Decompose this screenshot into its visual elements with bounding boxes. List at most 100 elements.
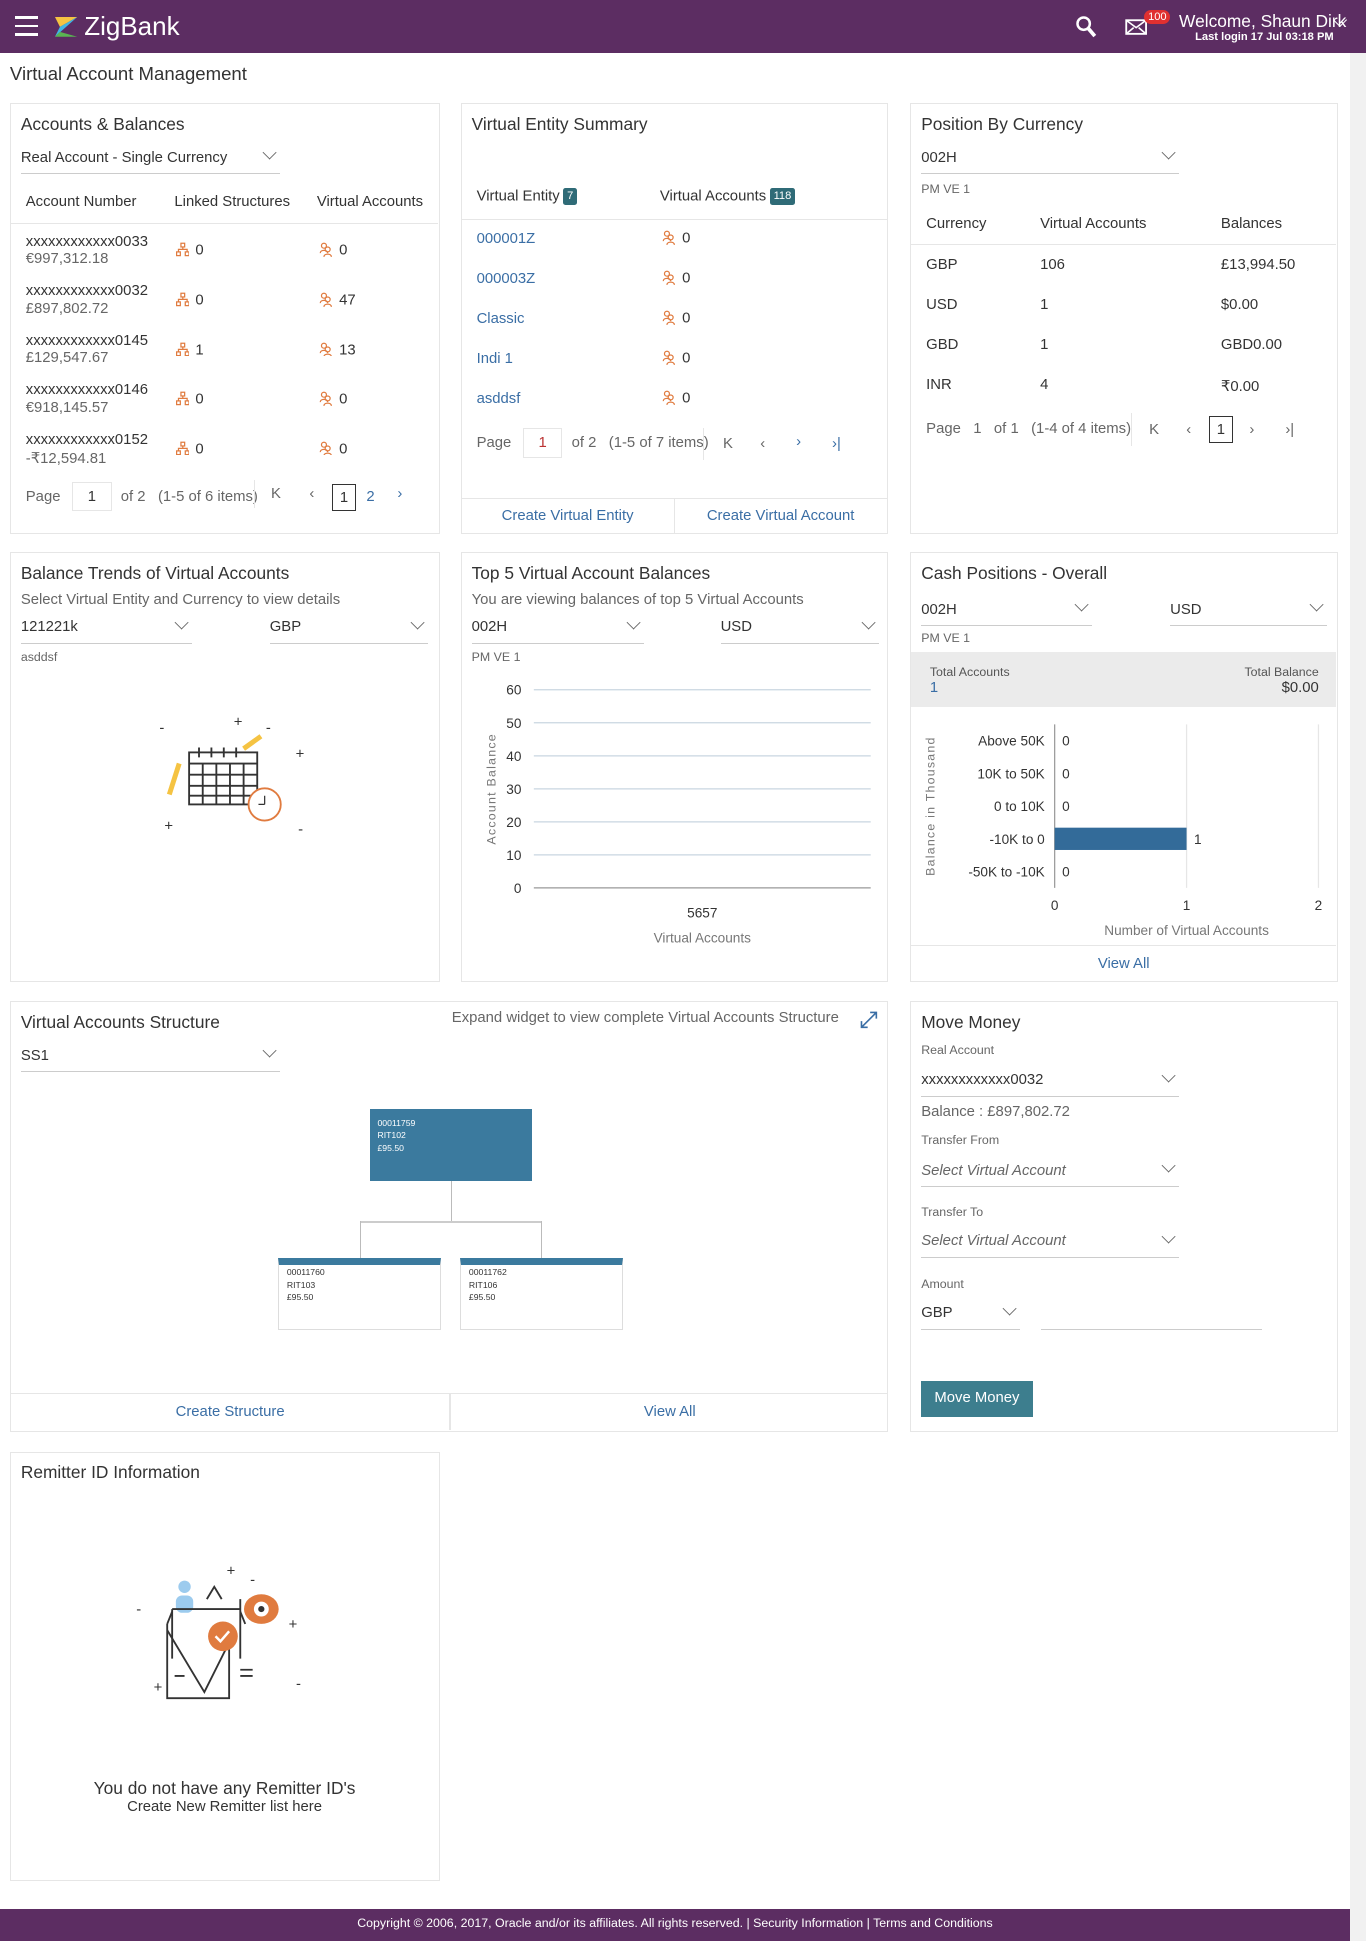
- search-icon[interactable]: [1075, 15, 1097, 40]
- account-number[interactable]: xxxxxxxxxxxx0152: [26, 432, 148, 448]
- create-remitter-link[interactable]: Create New Remitter list here: [11, 1799, 438, 1815]
- structure-child-node[interactable]: 00011762 RIT106 £95.50: [460, 1258, 623, 1330]
- virtual-count: 0: [682, 310, 691, 327]
- y-tick-label: 30: [506, 782, 522, 797]
- move-money-widget: Move Money Real Account xxxxxxxxxxxx0032…: [910, 1000, 1338, 1432]
- move-money-button[interactable]: Move Money: [921, 1380, 1033, 1417]
- first-page-button[interactable]: K: [271, 486, 281, 502]
- account-type-dropdown[interactable]: Real Account - Single Currency: [20, 145, 280, 175]
- amount-input[interactable]: [1041, 1305, 1262, 1330]
- virtual-entity-dropdown[interactable]: 002H: [921, 145, 1179, 175]
- table-row[interactable]: 000001Z 0: [462, 231, 887, 256]
- view-all-link[interactable]: View All: [911, 956, 1336, 972]
- brand-name[interactable]: ZigBank: [84, 11, 179, 42]
- table-row[interactable]: xxxxxxxxxxxx0152 -₹12,594.81 0 0: [11, 432, 438, 477]
- currency-dropdown[interactable]: GBP: [269, 614, 429, 644]
- virtual-accounts-icon: [319, 391, 333, 406]
- svg-text:-: -: [250, 1572, 255, 1588]
- prev-page-button[interactable]: ‹: [1186, 422, 1191, 438]
- table-row[interactable]: asddsf 0: [462, 391, 887, 416]
- chevron-down-icon: [1161, 145, 1176, 160]
- structure-child-node[interactable]: 00011760 RIT103 £95.50: [278, 1258, 441, 1330]
- account-balance: €997,312.18: [25, 251, 109, 268]
- virtual-count: 0: [682, 390, 691, 407]
- table-row[interactable]: Classic 0: [462, 311, 887, 336]
- create-structure-button[interactable]: Create Structure: [11, 1404, 449, 1420]
- virtual-entity-link[interactable]: asddsf: [477, 391, 521, 407]
- account-number[interactable]: xxxxxxxxxxxx0032: [26, 283, 148, 299]
- y-tick-label: -50K to -10K: [969, 864, 1045, 879]
- x-tick-label: 2: [1315, 898, 1323, 913]
- mail-icon[interactable]: [1124, 18, 1147, 35]
- last-page-button[interactable]: ›|: [832, 436, 841, 452]
- expand-icon[interactable]: [859, 1010, 879, 1030]
- view-all-link[interactable]: View All: [451, 1404, 889, 1420]
- table-row[interactable]: xxxxxxxxxxxx0033 €997,312.18 0 0: [11, 234, 438, 279]
- first-page-button[interactable]: K: [1149, 422, 1159, 438]
- currency-dropdown[interactable]: USD: [1170, 597, 1328, 627]
- virtual-entity-link[interactable]: 000001Z: [477, 231, 536, 247]
- create-virtual-entity-button[interactable]: Create Virtual Entity: [462, 508, 674, 524]
- pagination: Page 1 of 1 (1-4 of 4 items): [926, 421, 1131, 437]
- terms-link[interactable]: Terms and Conditions: [873, 1916, 993, 1930]
- virtual-entity-link[interactable]: Classic: [477, 311, 525, 327]
- virtual-accounts-icon: [662, 230, 676, 245]
- real-account-label: Real Account: [921, 1042, 995, 1057]
- menu-icon[interactable]: [14, 16, 39, 36]
- table-row[interactable]: xxxxxxxxxxxx0146 €918,145.57 0 0: [11, 382, 438, 427]
- table-row[interactable]: xxxxxxxxxxxx0032 £897,802.72 0 47: [11, 283, 438, 328]
- virtual-entity-dropdown[interactable]: 002H: [921, 597, 1093, 627]
- col-currency: Currency: [926, 216, 987, 233]
- selected-value: 121221k: [20, 618, 78, 635]
- currency-dropdown[interactable]: GBP: [921, 1301, 1021, 1330]
- account-number[interactable]: xxxxxxxxxxxx0146: [26, 382, 148, 398]
- account-number[interactable]: xxxxxxxxxxxx0145: [26, 333, 148, 349]
- chevron-down-icon: [262, 145, 277, 160]
- real-account-dropdown[interactable]: xxxxxxxxxxxx0032: [921, 1068, 1179, 1098]
- total-accounts-label: Total Accounts: [929, 664, 1010, 679]
- virtual-entity-link[interactable]: Indi 1: [477, 351, 513, 367]
- page-1-button[interactable]: 1: [1208, 415, 1234, 444]
- page-input[interactable]: 1: [522, 428, 563, 458]
- table-row[interactable]: xxxxxxxxxxxx0145 £129,547.67 1 13: [11, 333, 438, 378]
- total-accounts-value[interactable]: 1: [930, 680, 938, 696]
- next-page-button[interactable]: ›: [796, 434, 801, 450]
- last-page-button[interactable]: ›|: [1285, 422, 1294, 438]
- virtual-entity-dropdown[interactable]: 121221k: [20, 614, 192, 644]
- table-row[interactable]: 000003Z 0: [462, 271, 887, 296]
- bar[interactable]: [1054, 827, 1187, 850]
- chevron-down-icon: [626, 614, 641, 630]
- col-virtual-accounts: Virtual Accounts: [316, 194, 424, 211]
- table-row[interactable]: Indi 1 0: [462, 351, 887, 376]
- page-2-button[interactable]: 2: [366, 489, 374, 505]
- virtual-entity-dropdown[interactable]: 002H: [471, 614, 644, 644]
- currency-dropdown[interactable]: USD: [720, 614, 880, 644]
- page-input[interactable]: 1: [72, 481, 112, 512]
- col-virtual-accounts: Virtual Accounts: [1040, 216, 1147, 233]
- col-virtual-entity: Virtual Entity 7: [477, 187, 578, 205]
- prev-page-button[interactable]: ‹: [760, 436, 765, 452]
- chevron-down-icon: [1161, 1158, 1176, 1173]
- y-axis-label: Balance in Thousand: [924, 736, 938, 876]
- node-id: 00011762: [468, 1267, 507, 1278]
- x-tick-label: 0: [1051, 898, 1059, 913]
- security-information-link[interactable]: Security Information: [753, 1916, 863, 1930]
- virtual-entity-link[interactable]: 000003Z: [477, 271, 536, 287]
- structure-dropdown[interactable]: SS1: [20, 1043, 280, 1073]
- transfer-from-dropdown[interactable]: Select Virtual Account: [921, 1158, 1179, 1188]
- account-balance: -₹12,594.81: [25, 451, 107, 468]
- page-1-button[interactable]: 1: [331, 484, 357, 512]
- welcome-text[interactable]: Welcome, Shaun Dirk: [1179, 11, 1346, 32]
- create-virtual-account-button[interactable]: Create Virtual Account: [675, 508, 887, 524]
- transfer-to-dropdown[interactable]: Select Virtual Account: [921, 1229, 1179, 1259]
- account-number[interactable]: xxxxxxxxxxxx0033: [26, 234, 148, 250]
- structure-root-node[interactable]: 00011759 RIT102 £95.50: [370, 1109, 533, 1182]
- prev-page-button[interactable]: ‹: [309, 486, 314, 502]
- svg-text:-: -: [296, 1676, 301, 1692]
- next-page-button[interactable]: ›: [397, 486, 402, 502]
- entity-subtitle: PM VE 1: [921, 181, 971, 196]
- next-page-button[interactable]: ›: [1249, 422, 1254, 438]
- first-page-button[interactable]: K: [723, 436, 733, 452]
- scrollbar[interactable]: [1349, 53, 1366, 1941]
- node-code: RIT106: [468, 1279, 498, 1290]
